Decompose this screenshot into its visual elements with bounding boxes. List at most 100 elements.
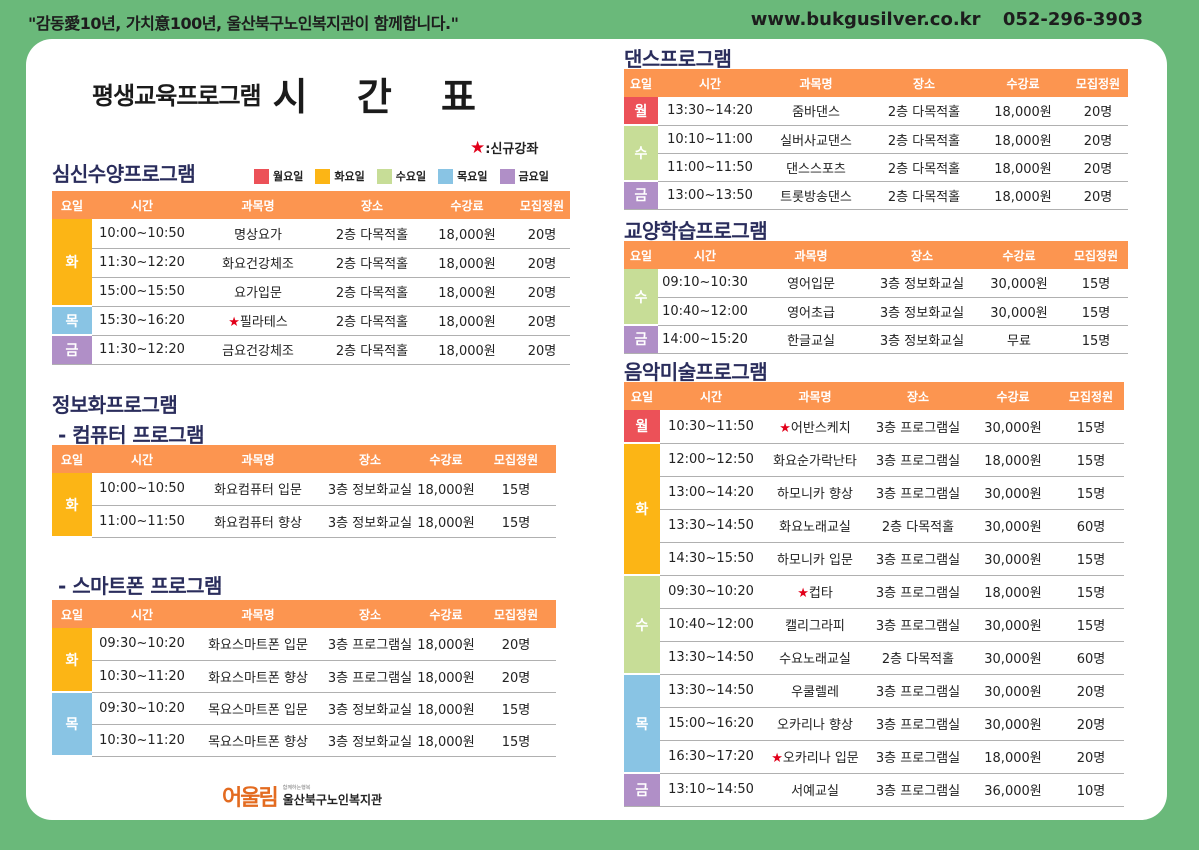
phone-number: 052-296-3903 — [1002, 9, 1143, 30]
capacity-cell: 15명 — [476, 473, 556, 506]
fee-cell: 30,000원 — [968, 641, 1058, 675]
time-cell: 13:30~14:50 — [660, 509, 762, 543]
fee-cell: 30,000원 — [968, 608, 1058, 642]
legend-label: 수요일 — [395, 170, 427, 183]
course-name: 캘리그라피 — [785, 619, 845, 634]
capacity-cell: 20명 — [514, 277, 570, 307]
capacity-cell: 20명 — [514, 335, 570, 365]
table-row: 목 13:30~14:50 우쿨렐레 3층 프로그램실 30,000원 20명 — [624, 674, 1124, 774]
course-cell: 수요노래교실 — [762, 641, 868, 675]
table-row: 15:00~15:50 요가입문 2층 다목적홀 18,000원 20명 — [52, 277, 570, 307]
course-cell: 화요스마트폰 향상 — [192, 660, 324, 693]
place-cell: 3층 정보화교실 — [324, 505, 416, 538]
course-cell: 영어입문 — [752, 269, 870, 298]
course-cell: 댄스스포츠 — [762, 153, 870, 182]
mind-body-table: 요일 시간 과목명 장소 수강료 모집정원 화 10:00~10:50 명상요가 2층 다목적홀 1… — [52, 191, 570, 365]
section-title-computer: - 컴퓨터 프로그램 — [58, 423, 205, 447]
section-title-dance: 댄스프로그램 — [624, 47, 732, 71]
day-cell: 목 — [52, 692, 92, 757]
course-cell: 하모니카 향상 — [762, 476, 868, 510]
time-cell: 09:30~10:20 — [660, 575, 762, 609]
fee-cell: 30,000원 — [968, 476, 1058, 510]
column-header-day: 요일 — [52, 445, 92, 473]
column-header-fee: 수강료 — [416, 445, 476, 473]
column-header-time: 시간 — [92, 600, 192, 628]
place-cell: 3층 정보화교실 — [870, 325, 974, 354]
place-cell: 2층 다목적홀 — [324, 248, 420, 278]
capacity-cell: 15명 — [1058, 608, 1124, 642]
capacity-cell: 15명 — [1064, 297, 1128, 326]
place-cell: 2층 다목적홀 — [868, 509, 968, 543]
time-cell: 13:10~14:50 — [660, 773, 762, 807]
place-cell: 3층 프로그램실 — [868, 707, 968, 741]
legend-swatch-thu — [438, 168, 454, 184]
computer-table: 요일 시간 과목명 장소 수강료 모집정원 화 10:00~10:50 화요컴퓨터 입문 3층 정… — [52, 445, 556, 538]
place-cell: 3층 정보화교실 — [324, 724, 416, 757]
culture-table: 요일 시간 과목명 장소 수강료 모집정원 수 09:10~10:30 영어입문 3층 정보화교실… — [624, 241, 1128, 354]
day-cell: 수 — [624, 125, 658, 182]
fee-cell: 18,000원 — [420, 248, 514, 278]
column-header-course: 과목명 — [762, 382, 868, 410]
time-cell: 15:30~16:20 — [92, 306, 192, 336]
time-cell: 14:00~15:20 — [658, 325, 752, 354]
course-name: 하모니카 입문 — [777, 553, 853, 568]
music-art-table: 요일 시간 과목명 장소 수강료 모집정원 월 10:30~11:50 ★어반스케치 3층 프로그… — [624, 382, 1124, 807]
capacity-cell: 20명 — [476, 660, 556, 693]
column-header-day: 요일 — [52, 600, 92, 628]
capacity-cell: 15명 — [1058, 575, 1124, 609]
table-row: 11:00~11:50 화요컴퓨터 향상 3층 정보화교실 18,000원 15명 — [52, 505, 556, 538]
capacity-cell: 60명 — [1058, 509, 1124, 543]
time-cell: 10:30~11:50 — [660, 410, 762, 444]
legend-swatch-fri — [499, 168, 515, 184]
course-name: 요가입문 — [234, 286, 282, 301]
day-cell: 금 — [624, 773, 660, 807]
section-title-info: 정보화프로그램 — [52, 393, 178, 417]
table-header-row: 요일 시간 과목명 장소 수강료 모집정원 — [52, 600, 556, 628]
course-cell: ★필라테스 — [192, 306, 324, 336]
fee-cell: 18,000원 — [968, 575, 1058, 609]
column-header-place: 장소 — [324, 191, 420, 219]
course-name: 화요스마트폰 입문 — [208, 638, 308, 654]
course-name: 화요스마트폰 향상 — [208, 670, 308, 686]
table-row: 화 09:30~10:20 화요스마트폰 입문 3층 프로그램실 18,000원 20명 — [52, 628, 556, 693]
capacity-cell: 20명 — [1068, 97, 1128, 126]
course-name: 명상요가 — [234, 227, 282, 243]
column-header-day: 요일 — [52, 191, 92, 219]
course-name: 서예교실 — [791, 784, 839, 799]
place-cell: 3층 프로그램실 — [868, 410, 968, 444]
day-cell: 화 — [52, 628, 92, 693]
table-row: 금 13:00~13:50 트롯방송댄스 2층 다목적홀 18,000원 20명 — [624, 181, 1128, 210]
place-cell: 3층 정보화교실 — [870, 269, 974, 298]
table-row: 금 13:10~14:50 서예교실 3층 프로그램실 36,000원 10명 — [624, 773, 1124, 807]
fee-cell: 30,000원 — [968, 410, 1058, 444]
capacity-cell: 20명 — [514, 306, 570, 336]
fee-cell: 18,000원 — [978, 181, 1068, 210]
course-name: 오카리나 향상 — [777, 718, 853, 733]
table-row: 16:30~17:20 ★오카리나 입문 3층 프로그램실 18,000원 20명 — [624, 740, 1124, 774]
time-cell: 16:30~17:20 — [660, 740, 762, 774]
legend-label: 화요일 — [334, 170, 365, 183]
table-header-row: 요일 시간 과목명 장소 수강료 모집정원 — [52, 445, 556, 473]
course-name: 영어초급 — [787, 305, 835, 321]
table-row: 13:00~14:20 하모니카 향상 3층 프로그램실 30,000원 15명 — [624, 476, 1124, 510]
fee-cell: 18,000원 — [968, 740, 1058, 774]
new-course-label: :신규강좌 — [485, 142, 539, 157]
course-cell: 화요순가락난타 — [762, 443, 868, 477]
table-row: 목 09:30~10:20 목요스마트폰 입문 3층 정보화교실 18,000원 15명 — [52, 692, 556, 757]
website[interactable]: www.bukgusilver.co.kr — [751, 9, 981, 30]
place-cell: 3층 프로그램실 — [324, 628, 416, 661]
time-cell: 11:00~11:50 — [658, 153, 762, 182]
section-title-music-art: 음악미술프로그램 — [624, 360, 768, 384]
time-cell: 13:00~13:50 — [658, 181, 762, 210]
capacity-cell: 60명 — [1058, 641, 1124, 675]
capacity-cell: 15명 — [1058, 476, 1124, 510]
star-icon: ★ — [771, 751, 783, 766]
time-cell: 10:30~11:20 — [92, 724, 192, 757]
course-cell: 캘리그라피 — [762, 608, 868, 642]
course-cell: 금요건강체조 — [192, 335, 324, 365]
time-cell: 10:10~11:00 — [658, 125, 762, 154]
fee-cell: 30,000원 — [974, 269, 1064, 298]
column-header-fee: 수강료 — [420, 191, 514, 219]
time-cell: 13:00~14:20 — [660, 476, 762, 510]
column-header-capacity: 모집정원 — [1064, 241, 1128, 269]
